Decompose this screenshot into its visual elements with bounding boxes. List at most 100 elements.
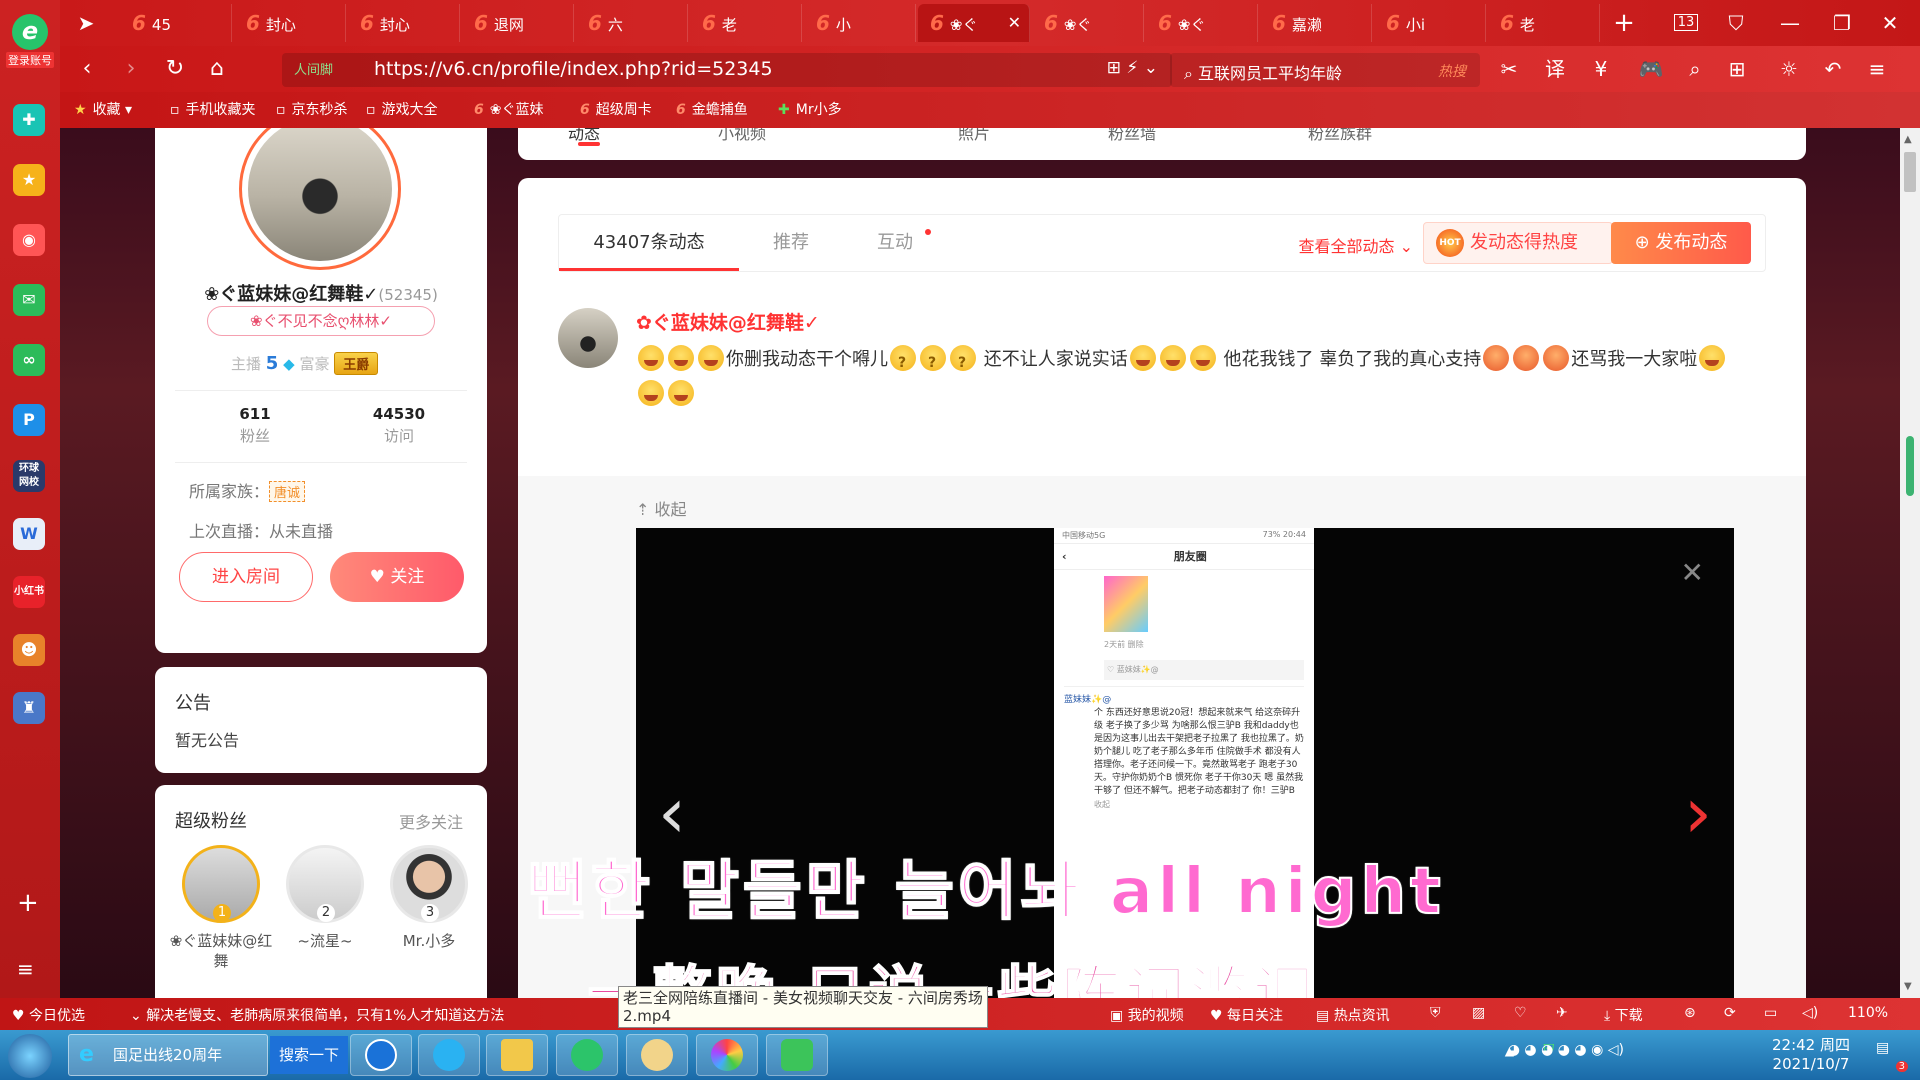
- tab-10[interactable]: 6 ❀ぐ: [1146, 4, 1258, 42]
- address-bar[interactable]: 人间脚 https://v6.cn/profile/index.php?rid=…: [282, 53, 1172, 87]
- browser-logo[interactable]: e 登录账号: [6, 14, 54, 74]
- magnifier-icon[interactable]: ⌕: [1678, 56, 1712, 82]
- today-picks[interactable]: ♥ 今日优选: [12, 1005, 85, 1025]
- feed-tab-interact[interactable]: 互动: [843, 215, 947, 271]
- coin-icon[interactable]: ¥: [1584, 56, 1618, 82]
- notification-center[interactable]: ▤ 3: [1876, 1040, 1908, 1072]
- bookmark-favorites[interactable]: ★ 收藏 ▾: [74, 100, 132, 120]
- post-author-avatar[interactable]: [558, 308, 618, 368]
- hot-search-label[interactable]: 热搜: [1438, 61, 1466, 81]
- window-icon[interactable]: ▭: [1764, 1005, 1777, 1021]
- undo-icon[interactable]: ↶: [1816, 56, 1850, 82]
- accelerate-icon[interactable]: ✈: [1556, 1005, 1568, 1021]
- tab-1[interactable]: 6 45: [120, 4, 232, 42]
- main-menu-icon[interactable]: ≡: [1860, 56, 1894, 82]
- bookmark-mobile[interactable]: ▫ 手机收藏夹: [170, 100, 256, 120]
- view-all-dropdown[interactable]: 查看全部动态 ⌄: [1298, 233, 1413, 257]
- profile-avatar[interactable]: [239, 128, 401, 270]
- chain-app-icon[interactable]: ∞: [13, 344, 45, 376]
- taskbar-browser-window[interactable]: e 国足出线20周年: [68, 1034, 268, 1076]
- side-handle[interactable]: [1906, 436, 1914, 496]
- start-button[interactable]: [8, 1034, 52, 1078]
- enter-room-button[interactable]: 进入房间: [179, 552, 313, 602]
- search-query[interactable]: ⌕ 互联网员工平均年龄: [1184, 60, 1342, 84]
- bookmark-games[interactable]: ▫ 游戏大全: [366, 100, 438, 120]
- new-tab-icon[interactable]: +: [1606, 8, 1642, 38]
- prev-arrow-icon[interactable]: ‹: [658, 778, 686, 848]
- follow-button[interactable]: ♥ 关注: [330, 552, 464, 602]
- taskbar-browser-app[interactable]: [556, 1034, 618, 1076]
- tab-count-icon[interactable]: 13: [1668, 8, 1704, 38]
- nav-tab-fanwall[interactable]: 粉丝墙: [1108, 128, 1156, 144]
- more-follow-link[interactable]: 更多关注: [399, 809, 463, 833]
- feed-tab-all[interactable]: 43407条动态: [559, 215, 739, 271]
- taskbar-k-app[interactable]: [350, 1034, 412, 1076]
- scroll-thumb[interactable]: [1904, 152, 1916, 192]
- heart-outline-icon[interactable]: ♡: [1514, 1005, 1527, 1021]
- tab-13[interactable]: 6老: [1488, 4, 1600, 42]
- daily-follow[interactable]: ♥ 每日关注: [1210, 1005, 1283, 1025]
- bookmark-mrxiaoduo[interactable]: ✚ Mr小多: [778, 100, 842, 120]
- login-label[interactable]: 登录账号: [6, 52, 54, 68]
- tab-5[interactable]: 6六: [576, 4, 688, 42]
- nav-tab-videos[interactable]: 小视频: [718, 128, 766, 144]
- add-app-icon[interactable]: +: [17, 890, 39, 916]
- tab-3[interactable]: 6 封心: [348, 4, 460, 42]
- tab-8-active[interactable]: 6 ❀ぐ ✕: [918, 4, 1030, 42]
- plus-app-icon[interactable]: ✚: [13, 104, 45, 136]
- tab-4[interactable]: 6 退网: [462, 4, 574, 42]
- taskbar-avatar-app[interactable]: [626, 1034, 688, 1076]
- search-box[interactable]: ⌕ 互联网员工平均年龄 热搜: [1170, 53, 1480, 87]
- shield-icon[interactable]: ⛨: [1430, 1005, 1441, 1021]
- collapse-link[interactable]: ⇡ 收起: [636, 496, 687, 520]
- grid-apps-icon[interactable]: ⊞: [1720, 56, 1754, 82]
- scissors-icon[interactable]: ✂: [1492, 56, 1526, 82]
- taskbar-player-app[interactable]: [766, 1034, 828, 1076]
- bookmark-weekcard[interactable]: 6 超级周卡: [580, 100, 652, 120]
- download[interactable]: ⤓ 下载: [1604, 1005, 1643, 1025]
- close-tab-icon[interactable]: ✕: [1008, 4, 1021, 42]
- taskbar-clock[interactable]: 22:42 周四 2021/10/7: [1772, 1036, 1850, 1074]
- speed-icon[interactable]: ⊛: [1684, 1005, 1696, 1021]
- scroll-down-icon[interactable]: ▼: [1904, 981, 1912, 992]
- taskbar-folder-app[interactable]: [486, 1034, 548, 1076]
- tab-2[interactable]: 6 封心: [234, 4, 346, 42]
- mail-icon[interactable]: ✉: [13, 284, 45, 316]
- bookmark-lanmei[interactable]: 6 ❀ぐ蓝妹: [474, 100, 543, 120]
- taskbar-search-button[interactable]: 搜索一下: [270, 1036, 348, 1074]
- stat-fans[interactable]: 611 粉丝: [185, 405, 325, 446]
- url-text[interactable]: https://v6.cn/profile/index.php?rid=5234…: [374, 58, 773, 80]
- nav-tab-fangroup[interactable]: 粉丝族群: [1308, 128, 1372, 144]
- minimize-icon[interactable]: —: [1772, 8, 1808, 38]
- forward-icon[interactable]: ›: [116, 54, 146, 84]
- tab-6[interactable]: 6老: [690, 4, 802, 42]
- volume-icon[interactable]: ◁): [1802, 1005, 1818, 1021]
- super-fan-1[interactable]: 1 ❀ぐ蓝妹妹@红舞: [169, 845, 273, 971]
- finance-app-icon[interactable]: 环球 网校: [13, 460, 45, 492]
- taskbar-color-app[interactable]: [696, 1034, 758, 1076]
- page-scrollbar[interactable]: ▲ ▼: [1900, 128, 1920, 998]
- gamepad-icon[interactable]: 🎮: [1634, 56, 1668, 82]
- post-author-name[interactable]: ✿ぐ蓝妹妹@红舞鞋✓: [636, 308, 820, 335]
- tab-12[interactable]: 6 小i: [1374, 4, 1486, 42]
- tray-qq-icons[interactable]: ◕ ◕ ◕ ◕ ◕ ◉ ◁): [1508, 1042, 1624, 1058]
- bookmark-jd[interactable]: ▫ 京东秒杀: [276, 100, 348, 120]
- red-app-icon[interactable]: 小红书: [13, 576, 45, 608]
- p-app-icon[interactable]: P: [13, 404, 45, 436]
- taskbar-ie-app[interactable]: [418, 1034, 480, 1076]
- game-app-icon[interactable]: ☻: [13, 634, 45, 666]
- menu-list-icon[interactable]: ≡: [17, 956, 34, 982]
- hot-post-button[interactable]: HOT 发动态得热度: [1423, 222, 1613, 264]
- super-fan-2[interactable]: 2 ~流星~: [273, 845, 377, 951]
- image-icon[interactable]: ▨: [1472, 1005, 1485, 1021]
- weibo-icon[interactable]: ◉: [13, 224, 45, 256]
- home-icon[interactable]: ⌂: [202, 54, 232, 84]
- castle-app-icon[interactable]: ♜: [13, 692, 45, 724]
- tab-11[interactable]: 6 嘉濑: [1260, 4, 1372, 42]
- star-favorites-icon[interactable]: ★: [13, 164, 45, 196]
- scroll-up-icon[interactable]: ▲: [1904, 134, 1912, 145]
- reload-icon[interactable]: ↻: [160, 54, 190, 84]
- close-window-icon[interactable]: ✕: [1872, 8, 1908, 38]
- word-doc-icon[interactable]: W: [13, 518, 45, 550]
- navigate-icon[interactable]: ➤: [68, 8, 104, 38]
